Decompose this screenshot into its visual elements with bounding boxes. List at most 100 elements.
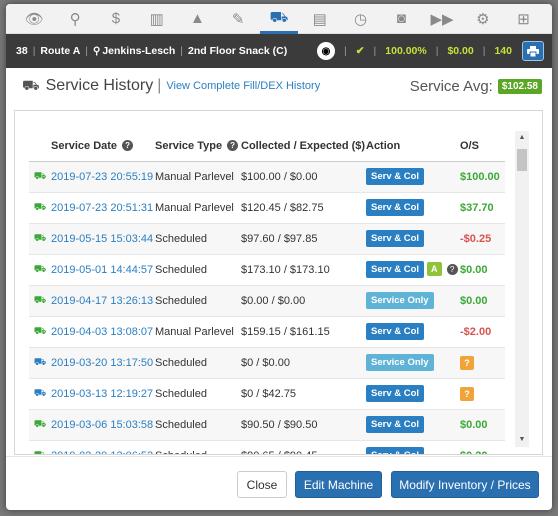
col-service-type[interactable]: Service Type? bbox=[155, 131, 241, 162]
action-badge[interactable]: Serv & Col bbox=[366, 199, 425, 216]
sitemap-icon[interactable]: ⊞ bbox=[511, 6, 537, 32]
service-date-link[interactable]: 2019-03-13 12:19:27 bbox=[51, 388, 153, 400]
action-badge[interactable]: Serv & Col bbox=[366, 168, 425, 185]
dollar-icon[interactable]: $ bbox=[103, 6, 129, 32]
gears-icon[interactable]: ⚙ bbox=[470, 6, 496, 32]
truck-icon[interactable]: ⛟ bbox=[259, 6, 298, 34]
table-row: ⛟ 2019-04-17 13:26:13 Scheduled $0.00 / … bbox=[29, 285, 505, 317]
help-icon[interactable]: ? bbox=[227, 140, 239, 152]
machine-stats: ◉ | ✔ | 100.00% | $0.00 | 140 bbox=[316, 41, 544, 61]
os-value: -$2.00 bbox=[460, 325, 492, 338]
table-row: ⛟ 2019-03-20 13:17:50 Scheduled $0 / $0.… bbox=[29, 347, 505, 379]
action-badge[interactable]: Serv & Col bbox=[366, 261, 425, 278]
service-history-table: Service Date? Service Type? Collected / … bbox=[29, 131, 505, 455]
truck-icon: ⛟ bbox=[22, 76, 40, 93]
cash-amount: $0.00 bbox=[447, 45, 474, 57]
truck-icon: ⛟ bbox=[33, 325, 47, 337]
table-row: ⛟ 2019-04-03 13:08:07 Manual Parlevel $1… bbox=[29, 316, 505, 348]
camera-icon[interactable]: ◙ bbox=[388, 6, 414, 32]
col-os[interactable]: O/S bbox=[460, 131, 505, 162]
help-icon[interactable]: ? bbox=[446, 263, 458, 275]
service-date-link[interactable]: 2019-03-20 13:17:50 bbox=[51, 357, 153, 369]
bar-chart-icon[interactable]: ▥ bbox=[144, 6, 170, 32]
status-check-icon: ✔ bbox=[355, 45, 365, 57]
close-button[interactable]: Close bbox=[237, 471, 287, 498]
scroll-up-arrow-icon[interactable]: ▲ bbox=[515, 131, 529, 145]
item-count: 140 bbox=[494, 45, 512, 57]
machine-name: 2nd Floor Snack (C) bbox=[188, 45, 288, 57]
service-date-link[interactable]: 2019-04-03 13:08:07 bbox=[51, 326, 153, 338]
unknown-os-badge[interactable]: ? bbox=[460, 386, 474, 401]
os-value: $0.00 bbox=[460, 294, 488, 307]
action-badge[interactable]: Serv & Col bbox=[366, 385, 425, 402]
collected-expected: $120.45 / $82.75 bbox=[241, 192, 366, 224]
edit-machine-button[interactable]: Edit Machine bbox=[295, 471, 382, 498]
truck-icon: ⛟ bbox=[33, 170, 47, 182]
service-type: Scheduled bbox=[155, 285, 241, 317]
unknown-os-badge[interactable]: ? bbox=[460, 355, 474, 370]
os-value: -$0.25 bbox=[460, 232, 492, 245]
table-row: ⛟ 2019-07-23 20:51:31 Manual Parlevel $1… bbox=[29, 192, 505, 224]
action-badge[interactable]: Serv & Col bbox=[366, 416, 425, 433]
scroll-down-arrow-icon[interactable]: ▼ bbox=[515, 433, 529, 447]
collected-expected: $90.50 / $90.50 bbox=[241, 409, 366, 441]
col-service-date[interactable]: Service Date? bbox=[51, 131, 155, 162]
audit-badge[interactable]: A bbox=[427, 262, 442, 276]
action-badge[interactable]: Service Only bbox=[366, 354, 434, 371]
table-row: ⛟ 2019-05-15 15:03:44 Scheduled $97.60 /… bbox=[29, 223, 505, 255]
search-icon[interactable]: ⚲ bbox=[62, 6, 88, 32]
document-icon[interactable]: ▤ bbox=[307, 6, 333, 32]
collected-expected: $100.00 / $0.00 bbox=[241, 161, 366, 193]
action-badge[interactable]: Serv & Col bbox=[366, 447, 425, 454]
table-row: ⛟ 2019-03-13 12:19:27 Scheduled $0 / $42… bbox=[29, 378, 505, 410]
collected-expected: $159.15 / $161.15 bbox=[241, 316, 366, 348]
service-average: Service Avg: $102.58 bbox=[410, 78, 542, 95]
table-scrollbar[interactable]: ▲ ▼ bbox=[515, 131, 529, 447]
machine-location: Jenkins-Lesch bbox=[102, 45, 176, 57]
modal-footer: Close Edit Machine Modify Inventory / Pr… bbox=[6, 456, 552, 510]
os-value: $0.00 bbox=[460, 418, 488, 431]
truck-icon: ⛟ bbox=[33, 356, 47, 368]
service-type: Scheduled bbox=[155, 378, 241, 410]
truck-icon: ⛟ bbox=[33, 232, 47, 244]
service-type: Scheduled bbox=[155, 440, 241, 454]
table-header-row: Service Date? Service Type? Collected / … bbox=[29, 131, 505, 162]
fill-dex-history-link[interactable]: View Complete Fill/DEX History bbox=[166, 80, 320, 92]
warning-icon[interactable]: ▲ bbox=[184, 6, 210, 32]
service-date-link[interactable]: 2019-05-01 14:44:57 bbox=[51, 264, 153, 276]
service-date-link[interactable]: 2019-03-06 15:03:58 bbox=[51, 419, 153, 431]
truck-icon: ⛟ bbox=[33, 294, 47, 306]
table-row: ⛟ 2019-02-20 13:06:52 Scheduled $90.65 /… bbox=[29, 440, 505, 455]
collected-expected: $97.60 / $97.85 bbox=[241, 223, 366, 255]
service-date-link[interactable]: 2019-07-23 20:55:19 bbox=[51, 171, 153, 183]
os-value: $0.00 bbox=[460, 263, 488, 276]
service-type: Scheduled bbox=[155, 254, 241, 286]
service-date-link[interactable]: 2019-07-23 20:51:31 bbox=[51, 202, 153, 214]
help-icon[interactable]: ? bbox=[122, 140, 134, 152]
eye-icon[interactable]: 👁 bbox=[21, 6, 47, 32]
collected-expected: $173.10 / $173.10 bbox=[241, 254, 366, 286]
service-type: Manual Parlevel bbox=[155, 316, 241, 348]
os-value: $0.20 bbox=[460, 450, 488, 455]
modify-inventory-prices-button[interactable]: Modify Inventory / Prices bbox=[391, 471, 539, 498]
clock-icon[interactable]: ◷ bbox=[348, 6, 374, 32]
machine-info-bar: 38 | Route A | ⚲ Jenkins-Lesch | 2nd Flo… bbox=[6, 34, 552, 68]
collected-expected: $0.00 / $0.00 bbox=[241, 285, 366, 317]
service-type: Scheduled bbox=[155, 347, 241, 379]
service-avg-badge: $102.58 bbox=[497, 78, 542, 94]
col-action[interactable]: Action bbox=[366, 131, 460, 162]
action-badge[interactable]: Serv & Col bbox=[366, 230, 425, 247]
action-badge[interactable]: Service Only bbox=[366, 292, 434, 309]
table-row: ⛟ 2019-05-01 14:44:57 Scheduled $173.10 … bbox=[29, 254, 505, 286]
wrench-icon[interactable]: ✎ bbox=[225, 6, 251, 32]
service-date-link[interactable]: 2019-02-20 13:06:52 bbox=[51, 450, 153, 455]
fast-forward-icon[interactable]: ▶▶ bbox=[429, 6, 455, 32]
service-date-link[interactable]: 2019-05-15 15:03:44 bbox=[51, 233, 153, 245]
map-marker-icon: ⚲ bbox=[93, 45, 101, 57]
service-type: Scheduled bbox=[155, 223, 241, 255]
col-collected-expected[interactable]: Collected / Expected ($) bbox=[241, 131, 366, 162]
service-date-link[interactable]: 2019-04-17 13:26:13 bbox=[51, 295, 153, 307]
print-button[interactable] bbox=[522, 41, 544, 61]
scroll-thumb[interactable] bbox=[517, 149, 527, 171]
action-badge[interactable]: Serv & Col bbox=[366, 323, 425, 340]
